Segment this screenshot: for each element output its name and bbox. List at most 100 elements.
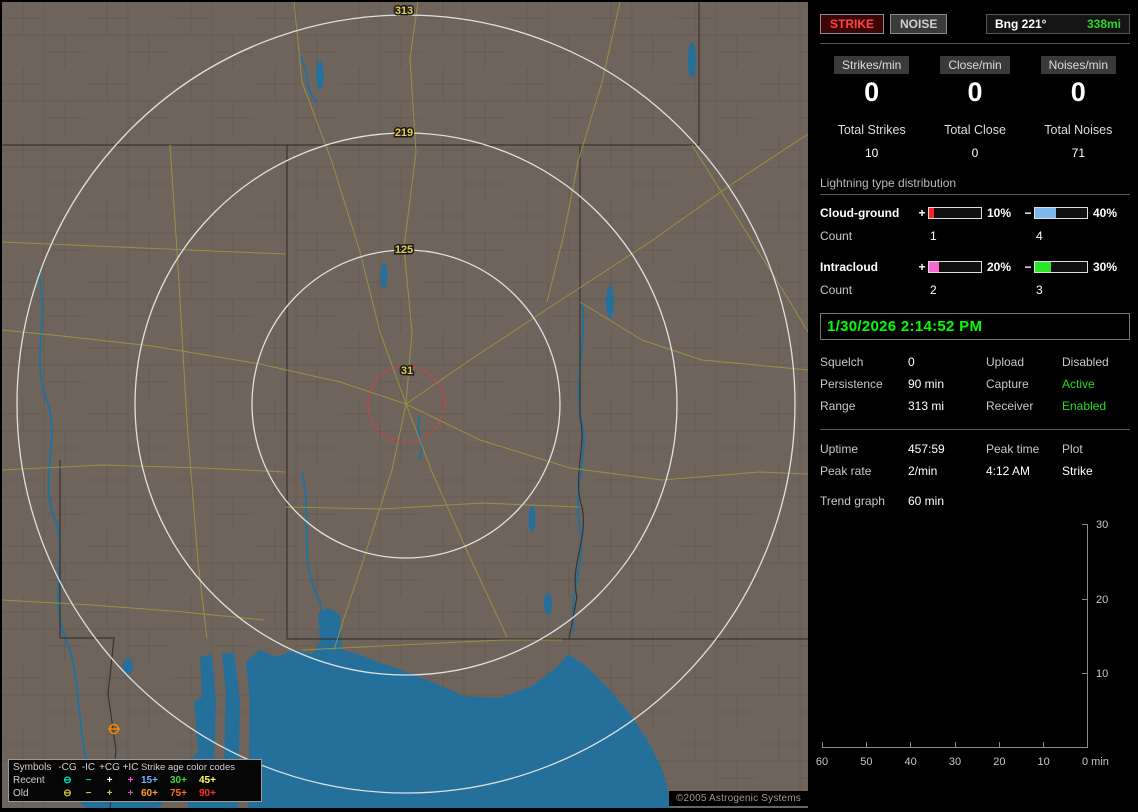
recent-pos-cg-icon: + — [106, 775, 113, 786]
close-per-min-value: 0 — [967, 77, 983, 107]
legend-recent-label: Recent — [13, 775, 45, 786]
copyright-text: ©2005 Astrogenic Systems — [668, 791, 808, 806]
y-axis-label-10: 10 — [1096, 668, 1109, 680]
plot-label: Plot — [1062, 442, 1083, 456]
persistence-value: 90 min — [908, 377, 945, 391]
x-axis-label-20: 20 — [993, 756, 1006, 768]
age-code-90: 90+ — [199, 788, 216, 799]
old-neg-cg-icon: ⊖ — [63, 788, 72, 799]
old-pos-cg-icon: + — [106, 788, 113, 799]
ic-positive-pct: 20% — [987, 260, 1012, 274]
close-per-min-label: Close/min — [940, 56, 1010, 74]
ic-positive-count: 2 — [930, 283, 937, 297]
trend-graph-label: Trend graph — [820, 494, 885, 508]
lightning-map[interactable]: 313 219 125 31 Symbols -CG -IC +CG +IC S… — [2, 2, 808, 808]
peak-rate-label: Peak rate — [820, 464, 872, 478]
x-axis-label-0min: 0 min — [1082, 756, 1109, 768]
symbol-legend: Symbols -CG -IC +CG +IC Strike age color… — [8, 759, 262, 802]
clock-display: 1/30/2026 2:14:52 PM — [820, 313, 1130, 340]
age-code-60: 60+ — [141, 788, 158, 799]
persistence-label: Persistence — [820, 377, 883, 391]
total-strikes-value: 10 — [864, 146, 879, 160]
cg-negative-pct: 40% — [1093, 206, 1118, 220]
uptime-value: 457:59 — [908, 442, 945, 456]
range-value: 313 mi — [908, 399, 945, 413]
noises-per-min-label: Noises/min — [1040, 56, 1116, 74]
total-noises: Total Noises 71 — [1027, 123, 1130, 160]
cloud-ground-count-row: Count 1 4 — [820, 229, 1130, 243]
recent-neg-ic-icon: − — [85, 775, 92, 786]
squelch-value: 0 — [908, 355, 915, 369]
total-strikes-label: Total Strikes — [837, 123, 906, 137]
x-tick-10 — [1042, 742, 1044, 747]
status-grid: Squelch 0 Upload Disabled Persistence 90… — [820, 355, 1130, 413]
y-tick-30 — [1082, 524, 1087, 525]
noises-per-min: Noises/min 0 — [1027, 56, 1130, 106]
x-tick-30 — [954, 742, 956, 747]
minus-sign: − — [1024, 206, 1032, 220]
cg-negative-count: 4 — [1036, 229, 1043, 243]
trend-chart: 30 20 10 60 50 40 30 20 10 0 min — [816, 519, 1130, 772]
x-axis-label-40: 40 — [904, 756, 917, 768]
legend-type-pic: +IC — [122, 762, 139, 773]
y-axis-label-30: 30 — [1096, 519, 1109, 531]
peak-rate-value: 2/min — [908, 464, 938, 478]
legend-recent-row: Recent ⊖ − + + 15+ 30+ 45+ — [13, 774, 257, 787]
strikes-per-min-value: 0 — [864, 77, 880, 107]
intracloud-label: Intracloud — [820, 260, 879, 274]
trend-graph-value: 60 min — [908, 494, 945, 508]
close-per-min: Close/min 0 — [923, 56, 1026, 106]
mode-row: STRIKE NOISE Bng 221° 338mi — [820, 14, 1130, 34]
status-panel: STRIKE NOISE Bng 221° 338mi Strikes/min … — [812, 0, 1138, 812]
trend-row: Trend graph 60 min — [820, 494, 1130, 508]
cg-negative-fill — [1035, 208, 1056, 218]
x-axis-label-60: 60 — [815, 756, 829, 768]
x-axis-labels: 60 50 40 30 20 10 0 min — [816, 756, 1109, 770]
app-window: { "map": { "ring_labels": ["313", "219",… — [0, 0, 1138, 812]
cloud-ground-row: Cloud-ground + 10% − 40% — [820, 206, 1130, 220]
receiver-value: Enabled — [1062, 399, 1107, 413]
strikes-per-min: Strikes/min 0 — [820, 56, 923, 106]
ic-negative-fill — [1035, 262, 1051, 272]
intracloud-row: Intracloud + 20% − 30% — [820, 260, 1130, 274]
ic-positive-fill — [929, 262, 940, 272]
old-pos-ic-icon: + — [127, 788, 134, 799]
cg-positive-pct: 10% — [987, 206, 1012, 220]
age-code-45: 45+ — [199, 775, 216, 786]
ic-negative-count: 3 — [1036, 283, 1043, 297]
y-tick-20 — [1082, 599, 1087, 600]
legend-old-label: Old — [13, 788, 29, 799]
squelch-label: Squelch — [820, 355, 864, 369]
legend-old-row: Old ⊖ − + + 60+ 75+ 90+ — [13, 787, 257, 800]
intracloud-count-row: Count 2 3 — [820, 283, 1130, 297]
age-code-75: 75+ — [170, 788, 187, 799]
receiver-label: Receiver — [986, 399, 1034, 413]
ic-negative-bar — [1034, 261, 1088, 273]
plot-value: Strike — [1062, 464, 1093, 478]
ring-label-313: 313 — [395, 5, 413, 17]
ring-label-125: 125 — [395, 244, 413, 256]
minus-sign: − — [1024, 260, 1032, 274]
x-tick-40 — [910, 742, 912, 747]
x-tick-20 — [998, 742, 1000, 747]
noise-mode-button[interactable]: NOISE — [890, 14, 948, 34]
y-tick-10 — [1082, 673, 1087, 674]
strike-mode-button[interactable]: STRIKE — [820, 14, 885, 34]
cg-positive-count: 1 — [930, 229, 937, 243]
distribution-title: Lightning type distribution — [820, 176, 1130, 195]
x-tick-50 — [866, 742, 868, 747]
map-canvas: 313 219 125 31 — [2, 2, 808, 808]
count-label: Count — [820, 283, 853, 297]
range-label: Range — [820, 399, 856, 413]
age-code-15: 15+ — [141, 775, 158, 786]
ring-label-31: 31 — [401, 365, 413, 377]
x-tick-60 — [822, 742, 823, 747]
recent-neg-cg-icon: ⊖ — [63, 775, 72, 786]
peak-time-label: Peak time — [986, 442, 1040, 456]
plus-sign: + — [918, 206, 926, 220]
ic-positive-bar — [928, 261, 982, 273]
uptime-label: Uptime — [820, 442, 859, 456]
total-noises-value: 71 — [1071, 146, 1085, 160]
age-code-30: 30+ — [170, 775, 187, 786]
cg-positive-fill — [929, 208, 935, 218]
